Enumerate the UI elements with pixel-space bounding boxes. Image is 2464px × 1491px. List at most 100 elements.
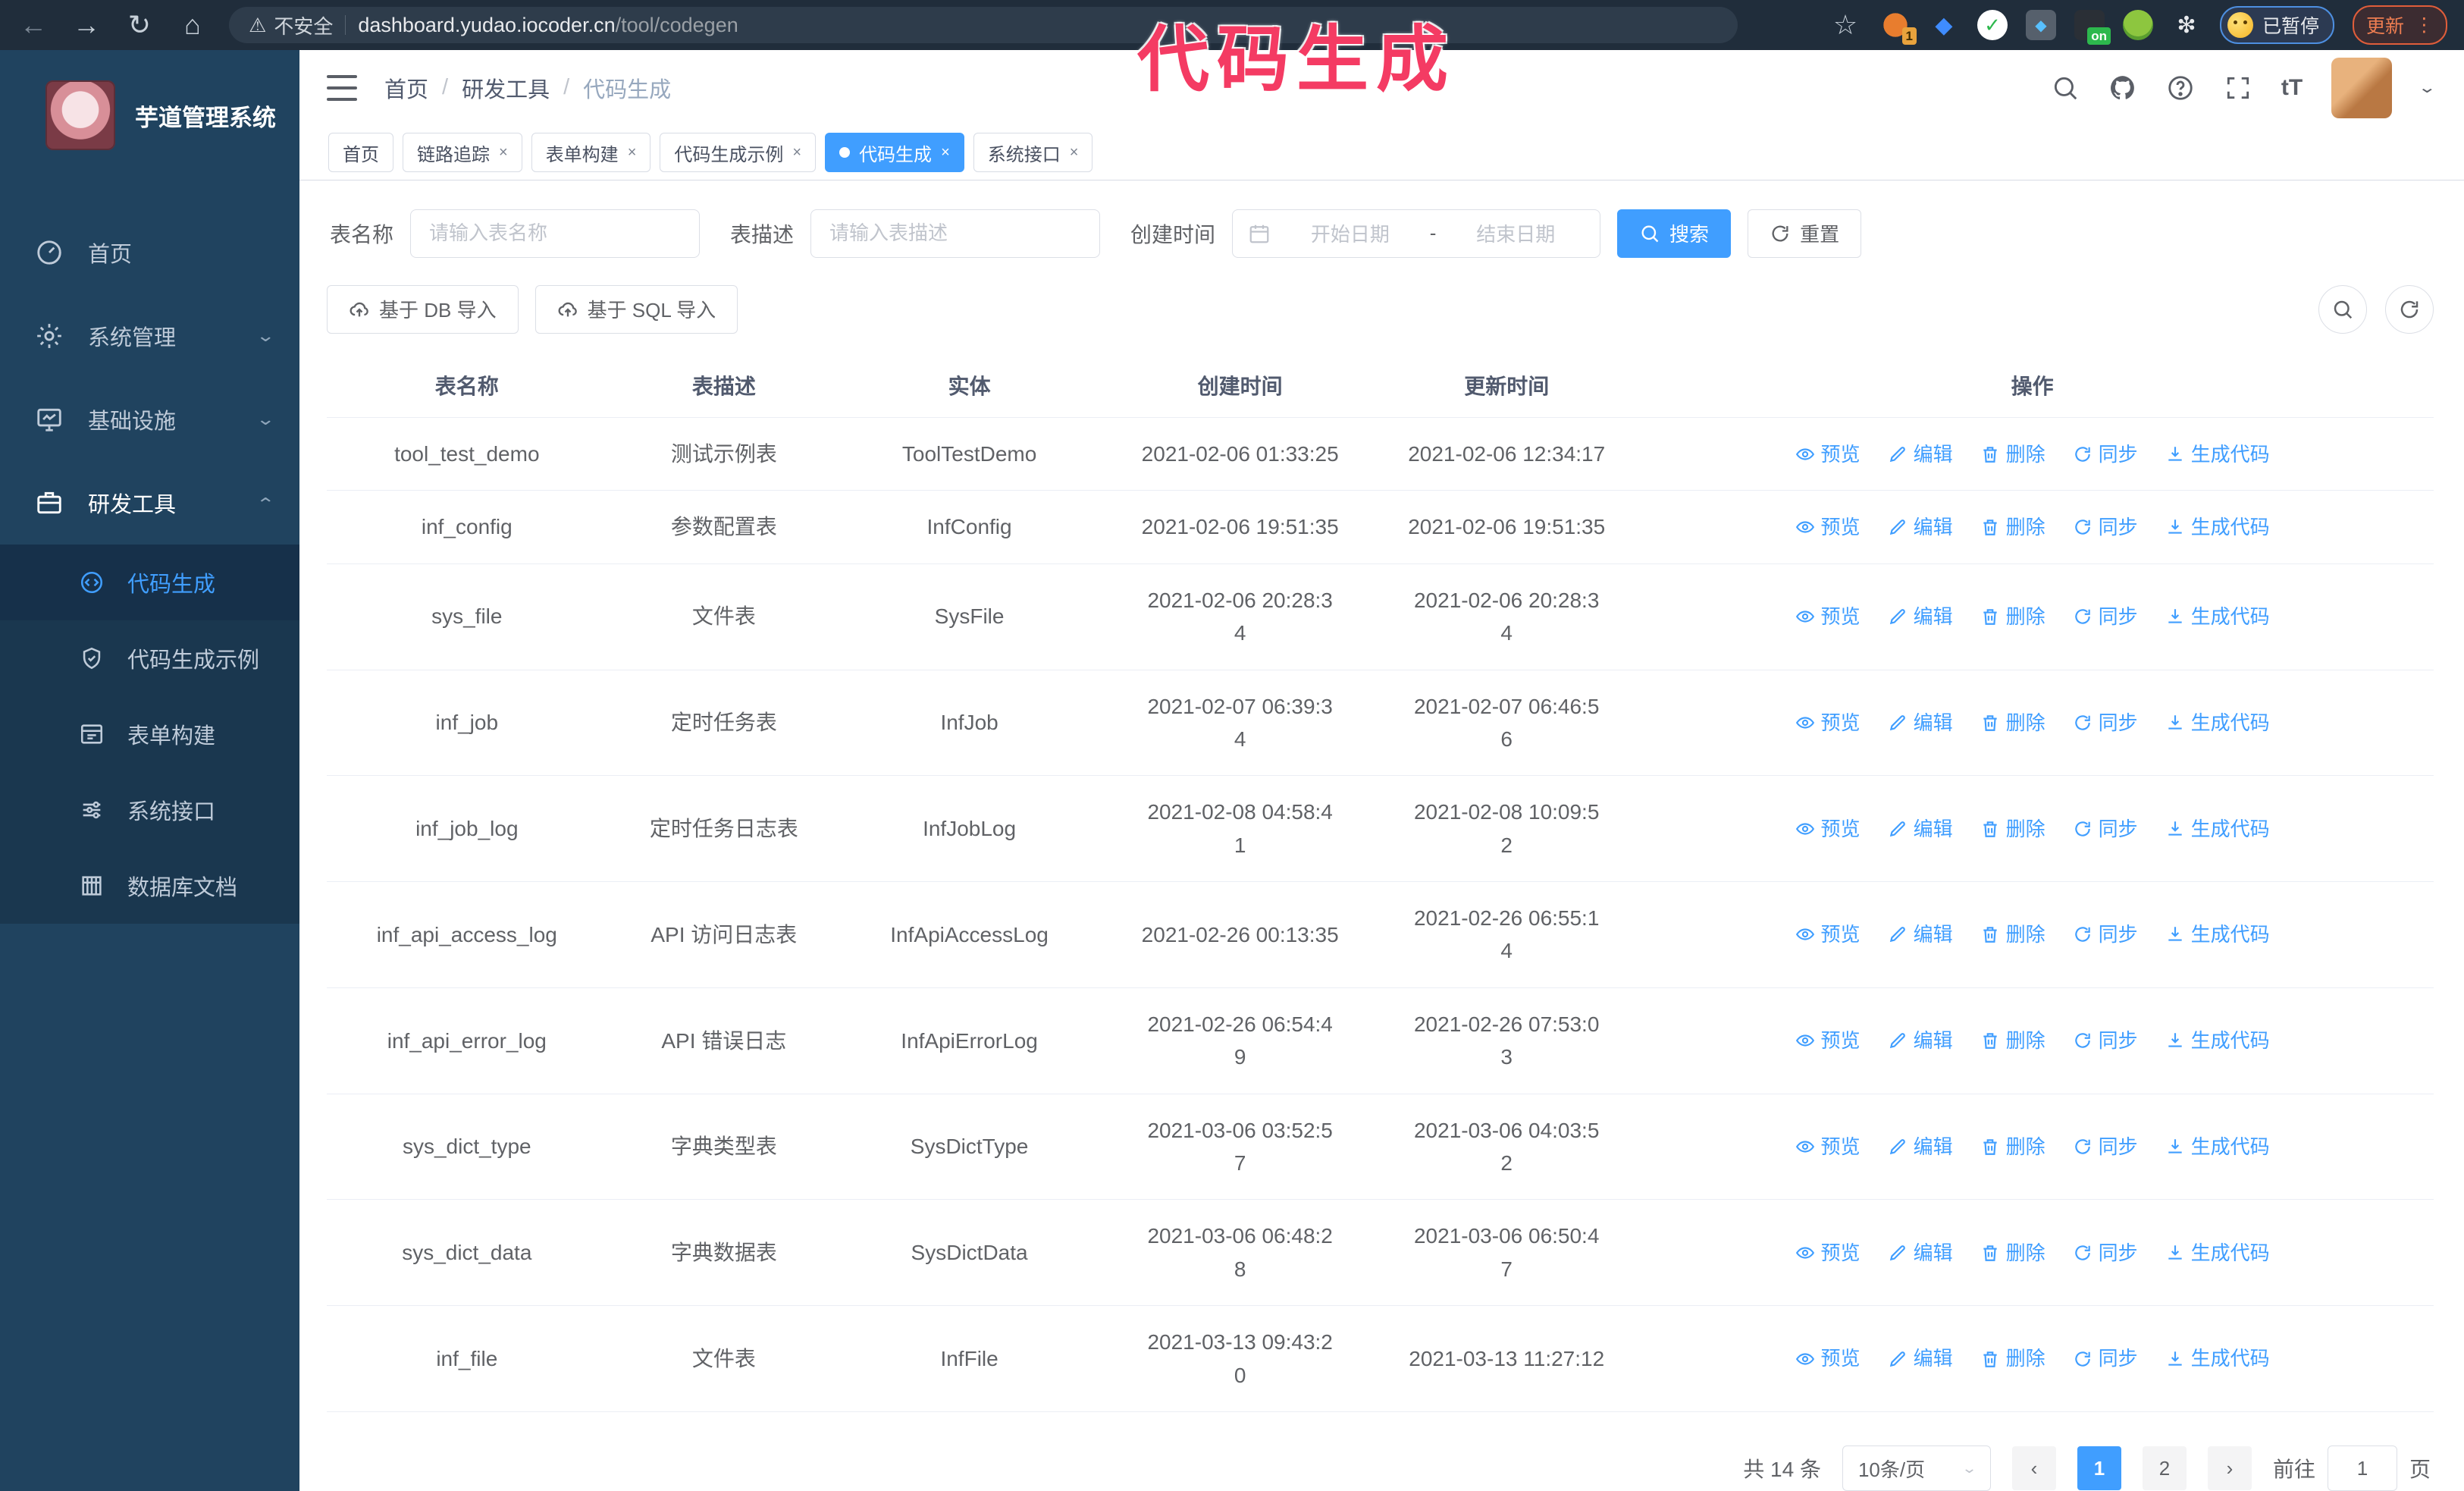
delete-link[interactable]: 删除 [1980, 708, 2045, 738]
back-icon[interactable]: ← [17, 11, 50, 39]
help-icon[interactable] [2166, 74, 2195, 102]
goto-page-input[interactable] [2327, 1445, 2397, 1491]
edit-link[interactable]: 编辑 [1888, 1343, 1953, 1373]
delete-link[interactable]: 删除 [1980, 512, 2045, 542]
delete-link[interactable]: 删除 [1980, 1132, 2045, 1162]
preview-link[interactable]: 预览 [1795, 708, 1861, 738]
table-name-input[interactable] [410, 209, 701, 258]
sidebar-subitem-system-api[interactable]: 系统接口 [0, 772, 299, 848]
sync-link[interactable]: 同步 [2073, 1132, 2138, 1162]
user-avatar[interactable] [2331, 57, 2393, 118]
delete-link[interactable]: 删除 [1980, 1238, 2045, 1268]
preview-link[interactable]: 预览 [1795, 919, 1861, 950]
generate-code-link[interactable]: 生成代码 [2165, 601, 2270, 632]
prev-page-button[interactable]: ‹ [2011, 1446, 2056, 1490]
sync-link[interactable]: 同步 [2073, 439, 2138, 469]
sidebar-item-infra[interactable]: 基础设施 ⌄ [0, 378, 299, 461]
search-icon[interactable] [2051, 74, 2080, 102]
delete-link[interactable]: 删除 [1980, 1343, 2045, 1373]
sync-link[interactable]: 同步 [2073, 1238, 2138, 1268]
reload-icon[interactable]: ↻ [123, 11, 156, 39]
ext-check-icon[interactable]: ✓ [1977, 10, 2008, 40]
edit-link[interactable]: 编辑 [1888, 439, 1953, 469]
refresh-table-button[interactable] [2385, 284, 2434, 334]
sidebar-subitem-codegen[interactable]: 代码生成 [0, 545, 299, 620]
sidebar-subitem-codegen-example[interactable]: 代码生成示例 [0, 620, 299, 696]
import-sql-button[interactable]: 基于 SQL 导入 [534, 284, 738, 334]
tab-3[interactable]: 代码生成示例 × [660, 133, 817, 173]
edit-link[interactable]: 编辑 [1888, 919, 1953, 950]
preview-link[interactable]: 预览 [1795, 1238, 1861, 1268]
breadcrumb-home[interactable]: 首页 [384, 72, 428, 104]
toggle-search-button[interactable] [2318, 284, 2367, 334]
ext-grid-icon[interactable]: ◆ [2025, 10, 2056, 40]
ext-dark-icon[interactable]: on [2074, 10, 2111, 45]
tab-2[interactable]: 表单构建 × [531, 133, 651, 173]
chevron-down-icon[interactable]: ⌄ [2418, 78, 2437, 97]
logo-row[interactable]: 芋道管理系统 [0, 50, 299, 176]
preview-link[interactable]: 预览 [1795, 814, 1861, 844]
browser-update-button[interactable]: 更新 ⋮ [2352, 5, 2447, 45]
delete-link[interactable]: 删除 [1980, 601, 2045, 632]
import-db-button[interactable]: 基于 DB 导入 [327, 284, 519, 334]
close-tab-icon[interactable]: × [792, 144, 801, 162]
preview-link[interactable]: 预览 [1795, 1343, 1861, 1373]
sync-link[interactable]: 同步 [2073, 512, 2138, 542]
edit-link[interactable]: 编辑 [1888, 708, 1953, 738]
browser-menu-dots-icon[interactable]: ⋮ [2415, 14, 2434, 36]
reset-button[interactable]: 重置 [1748, 209, 1862, 258]
tab-1[interactable]: 链路追踪 × [403, 133, 522, 173]
delete-link[interactable]: 删除 [1980, 814, 2045, 844]
sidebar-item-devtools[interactable]: 研发工具 ⌄ [0, 461, 299, 545]
edit-link[interactable]: 编辑 [1888, 1132, 1953, 1162]
sync-link[interactable]: 同步 [2073, 1343, 2138, 1373]
preview-link[interactable]: 预览 [1795, 1132, 1861, 1162]
profile-paused-chip[interactable]: 已暂停 [2219, 6, 2334, 44]
sidebar-item-home[interactable]: 首页 [0, 211, 299, 294]
edit-link[interactable]: 编辑 [1888, 601, 1953, 632]
extensions-puzzle-icon[interactable]: ❇ [2171, 10, 2202, 40]
sidebar-subitem-form-builder[interactable]: 表单构建 [0, 696, 299, 772]
home-icon[interactable]: ⌂ [176, 11, 209, 39]
sidebar-subitem-db-docs[interactable]: 数据库文档 [0, 848, 299, 924]
address-bar[interactable]: ⚠ 不安全 dashboard.yudao.iocoder.cn/tool/co… [229, 7, 1738, 43]
forward-icon[interactable]: → [70, 11, 103, 39]
tab-4[interactable]: 代码生成 × [825, 133, 964, 173]
sync-link[interactable]: 同步 [2073, 1025, 2138, 1056]
close-tab-icon[interactable]: × [499, 144, 508, 162]
generate-code-link[interactable]: 生成代码 [2165, 1343, 2270, 1373]
ext-creature-icon[interactable] [2122, 10, 2153, 40]
sync-link[interactable]: 同步 [2073, 919, 2138, 950]
generate-code-link[interactable]: 生成代码 [2165, 708, 2270, 738]
sync-link[interactable]: 同步 [2073, 814, 2138, 844]
delete-link[interactable]: 删除 [1980, 439, 2045, 469]
tab-5[interactable]: 系统接口 × [973, 133, 1093, 173]
generate-code-link[interactable]: 生成代码 [2165, 439, 2270, 469]
generate-code-link[interactable]: 生成代码 [2165, 919, 2270, 950]
preview-link[interactable]: 预览 [1795, 512, 1861, 542]
edit-link[interactable]: 编辑 [1888, 814, 1953, 844]
date-range-picker[interactable]: 开始日期 - 结束日期 [1232, 209, 1601, 258]
ext-gem-icon[interactable]: ◆ [1929, 10, 1959, 40]
close-tab-icon[interactable]: × [628, 144, 637, 162]
edit-link[interactable]: 编辑 [1888, 512, 1953, 542]
github-icon[interactable] [2108, 74, 2137, 102]
sync-link[interactable]: 同步 [2073, 601, 2138, 632]
table-desc-input[interactable] [810, 209, 1101, 258]
generate-code-link[interactable]: 生成代码 [2165, 512, 2270, 542]
generate-code-link[interactable]: 生成代码 [2165, 1238, 2270, 1268]
edit-link[interactable]: 编辑 [1888, 1025, 1953, 1056]
delete-link[interactable]: 删除 [1980, 1025, 2045, 1056]
close-tab-icon[interactable]: × [941, 144, 950, 162]
page-size-select[interactable]: 10条/页 ⌄ [1842, 1445, 1991, 1491]
preview-link[interactable]: 预览 [1795, 1025, 1861, 1056]
generate-code-link[interactable]: 生成代码 [2165, 814, 2270, 844]
bookmark-star-icon[interactable]: ☆ [1829, 11, 1862, 39]
page-button-2[interactable]: 2 [2142, 1446, 2187, 1490]
tab-0[interactable]: 首页 [328, 133, 393, 173]
hamburger-icon[interactable] [327, 74, 357, 101]
preview-link[interactable]: 预览 [1795, 601, 1861, 632]
search-button[interactable]: 搜索 [1617, 209, 1732, 258]
generate-code-link[interactable]: 生成代码 [2165, 1132, 2270, 1162]
fullscreen-icon[interactable] [2224, 74, 2252, 102]
